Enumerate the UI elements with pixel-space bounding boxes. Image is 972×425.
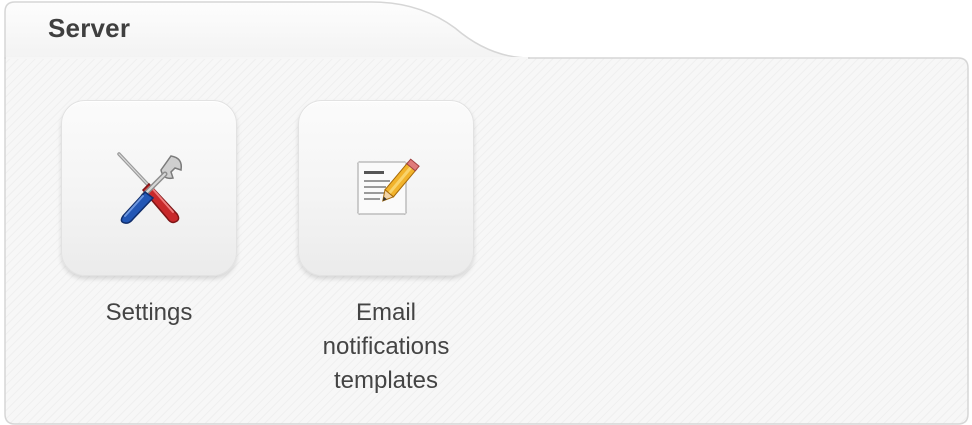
email-templates-label: Email notifications templates [298,296,474,398]
email-templates-label-line-1: Email [355,299,416,326]
tools-icon [117,152,183,224]
email-templates-button[interactable] [298,100,474,276]
email-templates-tile[interactable]: Email notifications templates [298,100,474,398]
email-templates-label-line-3: templates [333,367,439,394]
notepad-pencil-icon [357,158,420,215]
server-panel: Server Settings Email notifications temp… [0,0,972,425]
email-templates-label-line-2: notifications [322,333,450,360]
settings-button[interactable] [61,100,237,276]
panel-title: Server [48,13,131,43]
settings-tile[interactable]: Settings [61,100,237,330]
settings-label: Settings [105,299,193,326]
